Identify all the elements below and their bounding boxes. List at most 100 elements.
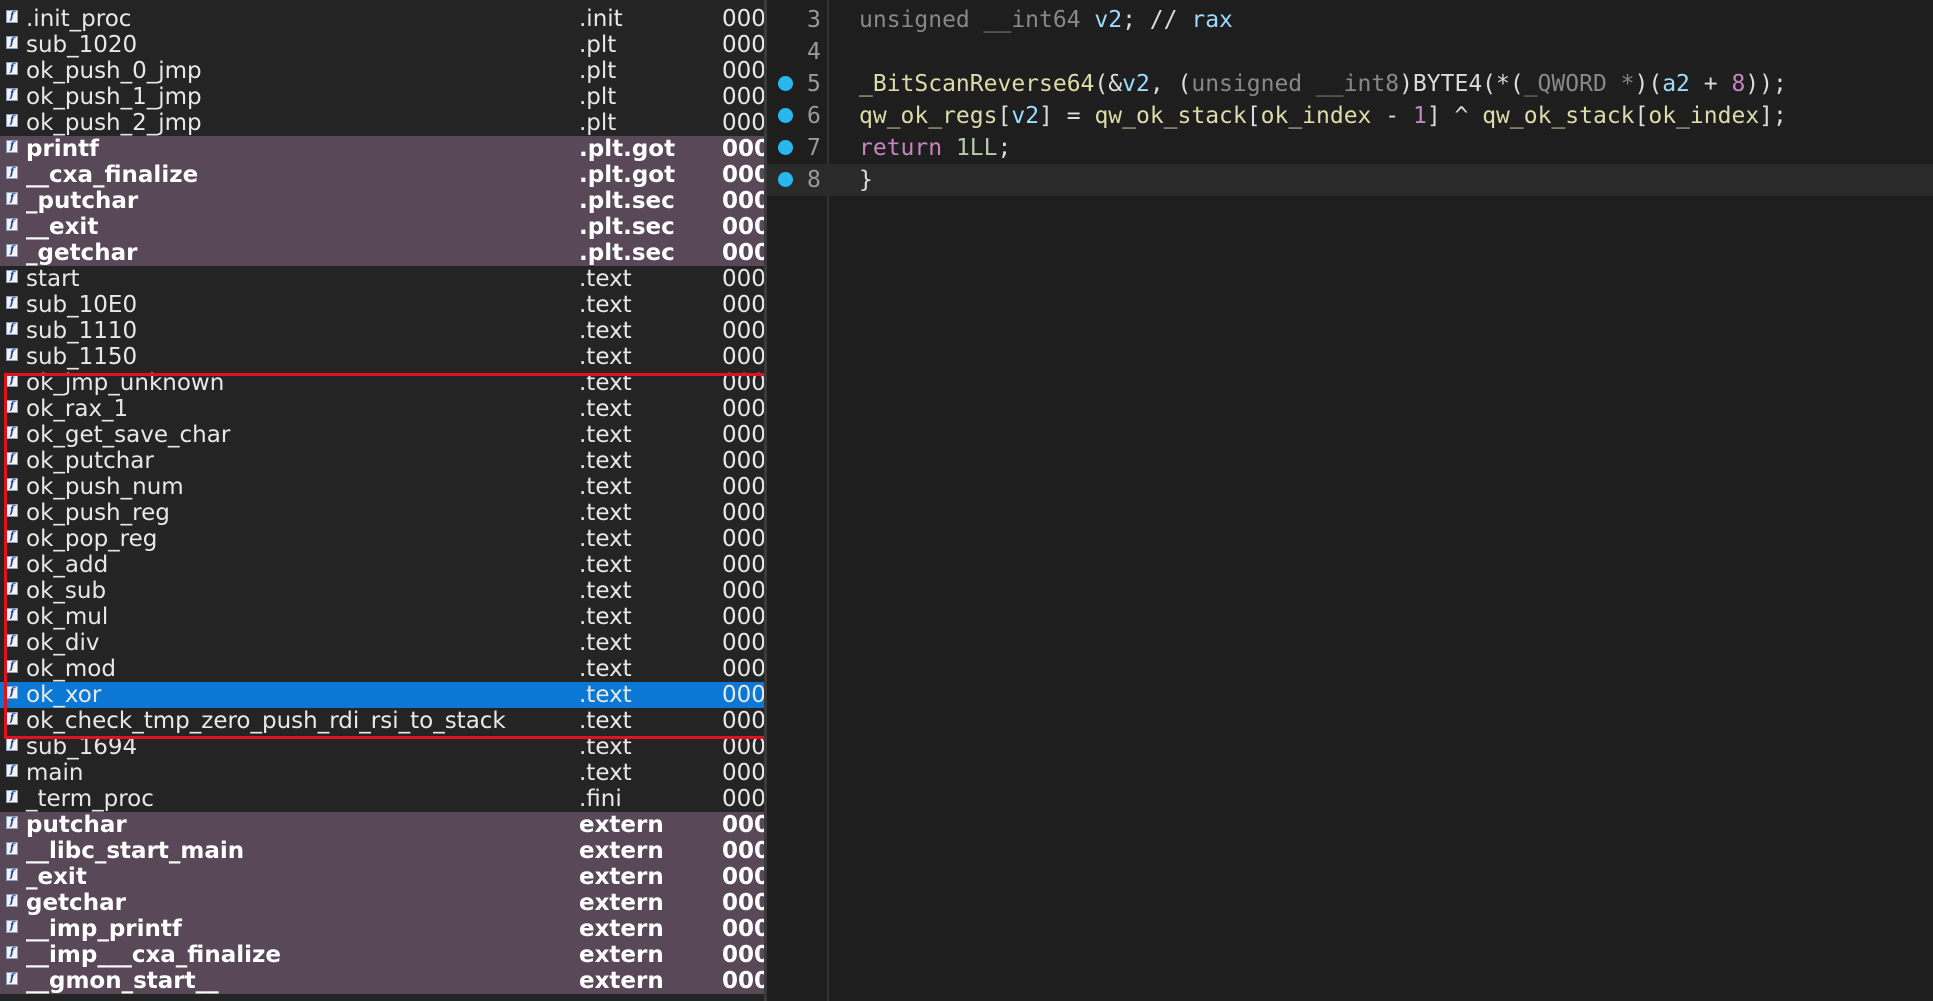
function-name: sub_10E0: [26, 292, 138, 318]
function-row[interactable]: f ok_jmp_unknown .text 000: [0, 370, 764, 396]
function-row[interactable]: f ok_add .text 000: [0, 552, 764, 578]
function-name: _putchar: [26, 188, 139, 214]
function-address: 000: [722, 448, 764, 474]
function-name: main: [26, 760, 84, 786]
function-segment: .text: [579, 656, 632, 682]
function-icon: f: [6, 452, 18, 465]
function-row[interactable]: f putchar extern 000: [0, 812, 764, 838]
code-token: +: [1689, 71, 1732, 97]
function-segment: .text: [579, 344, 632, 370]
function-icon: f: [6, 88, 18, 101]
function-segment: .text: [579, 682, 632, 708]
function-icon: f: [6, 374, 18, 387]
code-line[interactable]: 3 unsigned __int64 v2; // rax: [767, 4, 1933, 36]
function-address: 000: [722, 760, 764, 786]
code-line[interactable]: 5 _BitScanReverse64(&v2, (unsigned __int8…: [767, 68, 1933, 100]
function-row[interactable]: f sub_10E0 .text 000: [0, 292, 764, 318]
function-row[interactable]: f __exit .plt.sec 000: [0, 214, 764, 240]
code-line[interactable]: 4: [767, 36, 1933, 68]
code-token: v2: [1122, 71, 1150, 97]
function-row[interactable]: f sub_1110 .text 000: [0, 318, 764, 344]
function-row[interactable]: f ok_get_save_char .text 000: [0, 422, 764, 448]
function-row[interactable]: f sub_1020 .plt 000: [0, 32, 764, 58]
function-row[interactable]: f getchar extern 000: [0, 890, 764, 916]
function-row[interactable]: f .init_proc .init 000: [0, 6, 764, 32]
function-icon: f: [6, 62, 18, 75]
function-name: _exit: [26, 864, 87, 890]
code-token: [: [1246, 103, 1261, 129]
code-token: ));: [1745, 71, 1787, 97]
function-row[interactable]: f main .text 000: [0, 760, 764, 786]
function-segment: .text: [579, 760, 632, 786]
code-token: [: [1634, 103, 1649, 129]
function-segment: .plt.sec: [579, 188, 675, 214]
breakpoint-dot-icon[interactable]: [778, 76, 793, 91]
function-row[interactable]: f __libc_start_main extern 000: [0, 838, 764, 864]
function-name: __imp___cxa_finalize: [26, 942, 281, 968]
code-line[interactable]: 8}: [767, 164, 1933, 196]
function-name: _term_proc: [26, 786, 154, 812]
function-row[interactable]: f _getchar .plt.sec 000: [0, 240, 764, 266]
code-line[interactable]: 6 qw_ok_regs[v2] = qw_ok_stack[ok_index -…: [767, 100, 1933, 132]
function-icon: f: [6, 348, 18, 361]
function-name: ok_rax_1: [26, 396, 129, 422]
function-name: ok_get_save_char: [26, 422, 231, 448]
function-row[interactable]: f __imp___cxa_finalize extern 000: [0, 942, 764, 968]
function-name: sub_1694: [26, 734, 138, 760]
function-icon: f: [6, 556, 18, 569]
function-segment: extern: [579, 916, 664, 942]
function-name: ok_mul: [26, 604, 109, 630]
function-segment: .text: [579, 266, 632, 292]
function-row[interactable]: f __cxa_finalize .plt.got 000: [0, 162, 764, 188]
function-segment: .text: [579, 396, 632, 422]
function-row[interactable]: f ok_div .text 000: [0, 630, 764, 656]
function-row[interactable]: f ok_check_tmp_zero_push_rdi_rsi_to_stack…: [0, 708, 764, 734]
code-token: 1: [1412, 103, 1427, 129]
function-icon: f: [6, 634, 18, 647]
function-row[interactable]: f ok_push_reg .text 000: [0, 500, 764, 526]
function-row[interactable]: f __imp_printf extern 000: [0, 916, 764, 942]
function-name: sub_1110: [26, 318, 138, 344]
function-row[interactable]: f ok_push_1_jmp .plt 000: [0, 84, 764, 110]
function-row[interactable]: f ok_rax_1 .text 000: [0, 396, 764, 422]
pseudocode-view[interactable]: 3 unsigned __int64 v2; // rax 4 5 _BitScanRe…: [767, 0, 1933, 1001]
breakpoint-dot-icon[interactable]: [778, 140, 793, 155]
function-row[interactable]: f sub_1150 .text 000: [0, 344, 764, 370]
function-row[interactable]: f _exit extern 000: [0, 864, 764, 890]
function-name: ok_push_1_jmp: [26, 84, 202, 110]
function-row[interactable]: f _putchar .plt.sec 000: [0, 188, 764, 214]
function-address: 000: [722, 656, 764, 682]
function-row[interactable]: f ok_pop_reg .text 000: [0, 526, 764, 552]
function-icon: f: [6, 608, 18, 621]
breakpoint-dot-icon[interactable]: [778, 108, 793, 123]
breakpoint-dot-icon[interactable]: [778, 172, 793, 187]
function-segment: .text: [579, 318, 632, 344]
code-line[interactable]: 7 return 1LL;: [767, 132, 1933, 164]
function-row[interactable]: f ok_push_0_jmp .plt 000: [0, 58, 764, 84]
function-name: ok_pop_reg: [26, 526, 158, 552]
function-row[interactable]: f ok_xor .text 000: [0, 682, 764, 708]
function-icon: f: [6, 712, 18, 725]
function-row[interactable]: f start .text 000: [0, 266, 764, 292]
function-row[interactable]: f ok_mul .text 000: [0, 604, 764, 630]
code-token: (&: [1094, 71, 1123, 97]
function-row[interactable]: f printf .plt.got 000: [0, 136, 764, 162]
function-row[interactable]: f ok_push_num .text 000: [0, 474, 764, 500]
code-token: ];: [1759, 103, 1787, 129]
function-segment: extern: [579, 968, 664, 994]
function-row[interactable]: f ok_putchar .text 000: [0, 448, 764, 474]
function-row[interactable]: f sub_1694 .text 000: [0, 734, 764, 760]
code-token: 1LL: [955, 135, 998, 161]
function-address: 000: [722, 32, 764, 58]
function-address: 000: [722, 838, 764, 864]
function-row[interactable]: f ok_mod .text 000: [0, 656, 764, 682]
function-name: sub_1150: [26, 344, 138, 370]
function-name: ok_add: [26, 552, 109, 578]
function-row[interactable]: f __gmon_start__ extern 000: [0, 968, 764, 994]
function-row[interactable]: f ok_sub .text 000: [0, 578, 764, 604]
function-segment: .text: [579, 708, 632, 734]
function-row[interactable]: f _term_proc .fini 000: [0, 786, 764, 812]
function-row[interactable]: f ok_push_2_jmp .plt 000: [0, 110, 764, 136]
functions-list[interactable]: f .init_proc .init 000 f sub_1020 .plt 000 f ok_p…: [0, 0, 764, 1001]
code-text: unsigned __int64 v2; // rax: [859, 4, 1233, 36]
